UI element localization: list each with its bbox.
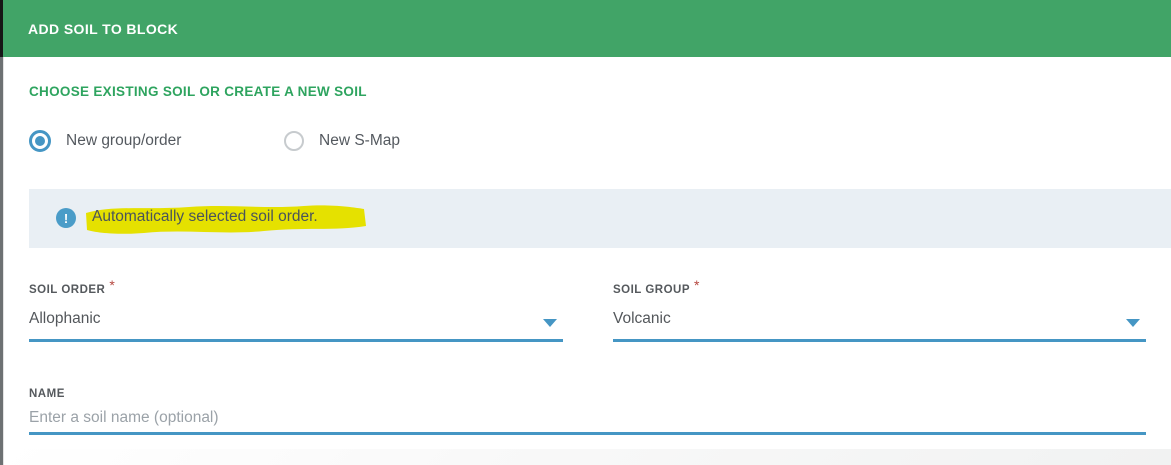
section-heading: CHOOSE EXISTING SOIL OR CREATE A NEW SOI… — [29, 84, 367, 99]
name-label: NAME — [29, 388, 65, 400]
radio-new-smap[interactable]: New S-Map — [284, 129, 400, 153]
chevron-down-icon — [1126, 319, 1140, 327]
add-soil-dialog: ADD SOIL TO BLOCK CHOOSE EXISTING SOIL O… — [0, 0, 1171, 465]
radio-label: New S-Map — [319, 132, 400, 149]
info-icon: ! — [56, 208, 76, 228]
radio-new-group-order[interactable]: New group/order — [29, 129, 181, 153]
dialog-title: ADD SOIL TO BLOCK — [28, 20, 179, 37]
dialog-body-panel: CHOOSE EXISTING SOIL OR CREATE A NEW SOI… — [3, 57, 1171, 465]
soil-order-value: Allophanic — [29, 310, 101, 327]
required-asterisk: * — [109, 277, 116, 293]
soil-order-label: SOIL ORDER * — [29, 277, 116, 296]
required-asterisk: * — [694, 277, 700, 293]
soil-group-label: SOIL GROUP * — [613, 277, 700, 296]
name-input[interactable] — [29, 404, 1146, 435]
radio-label: New group/order — [66, 132, 182, 149]
radio-selected-icon — [29, 130, 51, 152]
radio-unselected-icon — [284, 131, 304, 151]
chevron-down-icon — [543, 319, 557, 327]
dialog-header-bar: ADD SOIL TO BLOCK — [3, 0, 1171, 57]
soil-group-select[interactable]: Volcanic — [613, 308, 1146, 342]
soil-order-select[interactable]: Allophanic — [29, 308, 563, 342]
next-section-edge — [4, 449, 1171, 465]
soil-group-value: Volcanic — [613, 310, 671, 327]
banner-message: Automatically selected soil order. — [92, 208, 318, 225]
info-banner: ! Automatically selected soil order. — [29, 189, 1171, 248]
